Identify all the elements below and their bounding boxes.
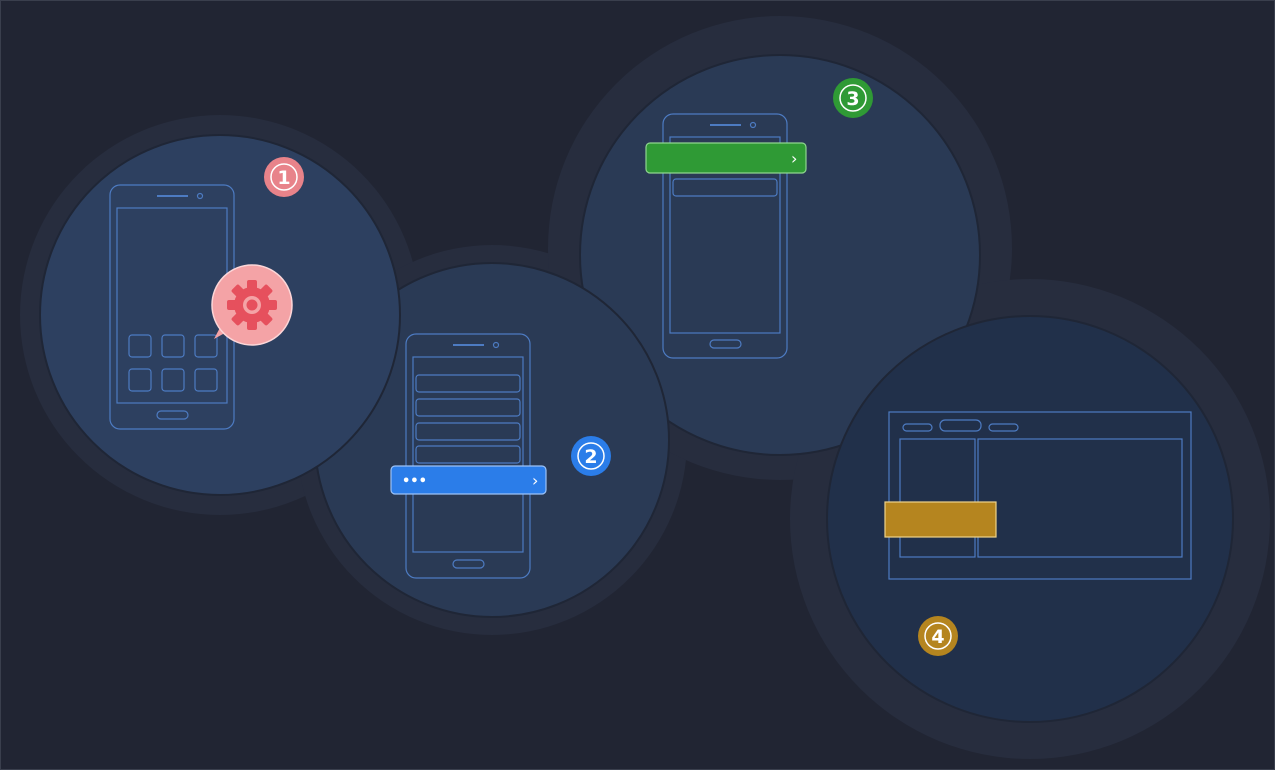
more-dots-icon: ••• bbox=[402, 474, 427, 489]
settings-bubble[interactable] bbox=[211, 264, 293, 346]
onboarding-diagram: 1 ••• › 2 › 3 4 bbox=[0, 0, 1275, 770]
step1-number: 1 bbox=[277, 167, 290, 189]
gear-icon bbox=[227, 280, 277, 330]
step3-badge: 3 bbox=[833, 78, 873, 118]
gold-bar[interactable] bbox=[884, 501, 997, 538]
chevron-right-icon: › bbox=[791, 149, 797, 168]
step4-badge: 4 bbox=[918, 616, 958, 656]
chevron-right-icon: › bbox=[532, 471, 538, 490]
green-banner[interactable]: › bbox=[645, 142, 807, 174]
step2-number: 2 bbox=[584, 446, 597, 468]
step4-number: 4 bbox=[931, 626, 944, 648]
step1-badge: 1 bbox=[264, 157, 304, 197]
step2-badge: 2 bbox=[571, 436, 611, 476]
step3-number: 3 bbox=[846, 88, 859, 110]
menu-bar[interactable]: ••• › bbox=[390, 465, 547, 495]
